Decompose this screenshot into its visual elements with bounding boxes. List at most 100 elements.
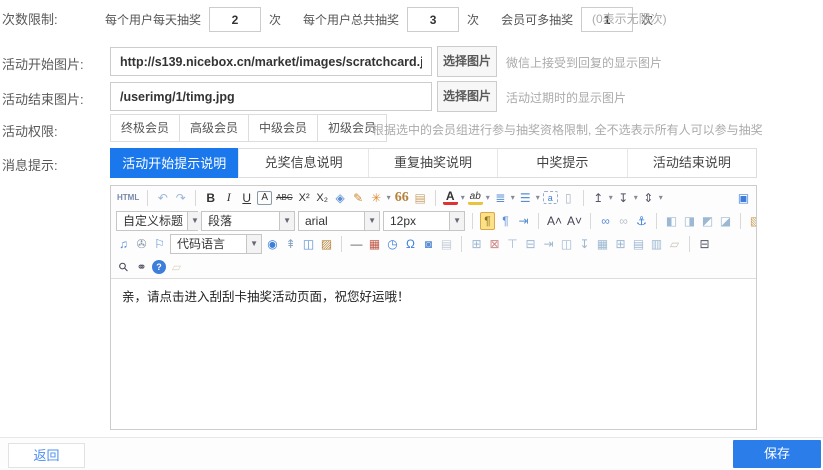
special-chars-icon[interactable]: Ω <box>403 235 418 253</box>
forecolor-icon[interactable]: A <box>443 190 458 205</box>
underline-icon[interactable]: U <box>239 189 254 207</box>
split-to-cells-icon[interactable]: ⊞ <box>613 235 628 253</box>
html-source-icon[interactable]: HTML <box>116 189 140 207</box>
merge-cells-icon[interactable]: ▦ <box>595 235 610 253</box>
line-height-icon[interactable]: ⇕ <box>641 189 656 207</box>
removeformat-icon[interactable]: ◈ <box>333 189 348 207</box>
rowspacing-bottom-caret-icon[interactable]: ▾ <box>634 193 638 202</box>
direction-ltr-icon[interactable]: ¶ <box>480 212 495 230</box>
rowspacing-top-caret-icon[interactable]: ▾ <box>609 193 613 202</box>
insertframe-icon[interactable]: ◉ <box>265 235 280 253</box>
save-button[interactable]: 保存 <box>733 440 821 468</box>
attachment-icon[interactable]: ✇ <box>134 235 149 253</box>
blockquote-icon[interactable]: 66 <box>394 189 410 207</box>
start-image-pick-button[interactable]: 选择图片 <box>437 46 497 77</box>
member-option-0[interactable]: 终极会员 <box>110 114 180 142</box>
cleardoc-icon[interactable]: ▯ <box>561 189 576 207</box>
help-icon[interactable]: ? <box>152 260 166 274</box>
split-to-cols-icon[interactable]: ▥ <box>649 235 664 253</box>
superscript-icon[interactable]: X² <box>297 189 312 207</box>
ordered-list-caret-icon[interactable]: ▾ <box>511 193 515 202</box>
print-icon[interactable]: ⊟ <box>697 235 712 253</box>
code-language-select[interactable]: 代码语言▼ <box>170 234 262 254</box>
member-option-2[interactable]: 中级会员 <box>248 114 318 142</box>
back-button[interactable]: 返回 <box>8 443 85 468</box>
anchor-icon[interactable]: ⚓ <box>634 212 649 230</box>
limit-field-input-0[interactable] <box>209 7 261 32</box>
template-icon[interactable]: ◫ <box>301 235 316 253</box>
backcolor-caret-icon[interactable]: ▾ <box>486 193 490 202</box>
paragraph-select-caret-icon[interactable]: ▼ <box>279 212 294 230</box>
insert-paragraph-before-table-icon[interactable]: ⊤ <box>505 235 520 253</box>
indent-icon[interactable]: ⇥ <box>516 212 531 230</box>
image-align-right-icon[interactable]: ◩ <box>700 212 715 230</box>
delete-table-icon[interactable]: ⊠ <box>487 235 502 253</box>
bold-icon[interactable]: B <box>203 189 218 207</box>
image-align-none-icon[interactable]: ◪ <box>718 212 733 230</box>
undo-icon[interactable]: ↶ <box>155 189 170 207</box>
preview-icon[interactable]: ⚲ <box>112 255 135 278</box>
background-icon[interactable]: ▨ <box>319 235 334 253</box>
search-replace-icon[interactable]: ⚭ <box>134 258 149 276</box>
customstyle-select[interactable]: 自定义标题▼ <box>116 211 198 231</box>
code-language-select-caret-icon[interactable]: ▼ <box>246 235 261 253</box>
editor-content[interactable]: 亲，请点击进入刮刮卡抽奖活动页面，祝您好运哦！ <box>111 278 756 429</box>
simpleupload-icon[interactable]: ▧ <box>748 212 756 230</box>
split-to-rows-icon[interactable]: ▤ <box>631 235 646 253</box>
fontfamily-select[interactable]: arial▼ <box>298 211 380 231</box>
start-image-input[interactable] <box>110 47 432 76</box>
drafts-icon[interactable]: ▱ <box>169 258 184 276</box>
fontfamily-select-caret-icon[interactable]: ▼ <box>364 212 379 230</box>
paragraph-select[interactable]: 段落▼ <box>201 211 295 231</box>
strikethrough-icon[interactable]: ABC <box>275 189 293 207</box>
unordered-list-icon[interactable]: ☰ <box>518 189 533 207</box>
autotypeset-caret-icon[interactable]: ▾ <box>387 193 391 202</box>
fontsize-select-caret-icon[interactable]: ▼ <box>449 212 464 230</box>
wordimage-icon[interactable]: ▤ <box>439 235 454 253</box>
music-icon[interactable]: ♫ <box>116 235 131 253</box>
member-option-1[interactable]: 高级会员 <box>179 114 249 142</box>
insert-col-icon[interactable]: ◫ <box>559 235 574 253</box>
insert-row-icon[interactable]: ⊟ <box>523 235 538 253</box>
ordered-list-icon[interactable]: ≣ <box>493 189 508 207</box>
fullscreen-icon[interactable]: ▣ <box>736 189 751 207</box>
touppercase-icon[interactable]: A˄ <box>546 212 563 230</box>
time-icon[interactable]: ◷ <box>385 235 400 253</box>
italic-icon[interactable]: I <box>221 189 236 207</box>
image-align-left-icon[interactable]: ◧ <box>664 212 679 230</box>
date-icon[interactable]: ▦ <box>367 235 382 253</box>
rowspacing-bottom-icon[interactable]: ↧ <box>616 189 631 207</box>
snapscreen-icon[interactable]: ◙ <box>421 235 436 253</box>
tolowercase-icon[interactable]: A˅ <box>566 212 583 230</box>
horizontal-rule-icon[interactable]: — <box>349 235 364 253</box>
formatmatch-icon[interactable]: ✎ <box>351 189 366 207</box>
image-align-center-icon[interactable]: ◨ <box>682 212 697 230</box>
message-tab-2[interactable]: 重复抽奖说明 <box>369 149 498 177</box>
end-image-input[interactable] <box>110 82 432 111</box>
insert-table-icon[interactable]: ⊞ <box>469 235 484 253</box>
unlink-icon[interactable]: ∞ <box>616 212 631 230</box>
unordered-list-caret-icon[interactable]: ▾ <box>536 193 540 202</box>
direction-rtl-icon[interactable]: ¶ <box>498 212 513 230</box>
map-icon[interactable]: ⚐ <box>152 235 167 253</box>
selectall-icon[interactable]: a <box>543 191 558 204</box>
rowspacing-top-icon[interactable]: ↥ <box>591 189 606 207</box>
merge-right-icon[interactable]: ⇥ <box>541 235 556 253</box>
forecolor-caret-icon[interactable]: ▾ <box>461 193 465 202</box>
link-icon[interactable]: ∞ <box>598 212 613 230</box>
limit-field-input-1[interactable] <box>407 7 459 32</box>
message-tab-1[interactable]: 兑奖信息说明 <box>239 149 368 177</box>
charts-icon[interactable]: ▱ <box>667 235 682 253</box>
message-tab-3[interactable]: 中奖提示 <box>498 149 627 177</box>
message-tab-4[interactable]: 活动结束说明 <box>628 149 756 177</box>
backcolor-icon[interactable]: ab <box>468 190 483 205</box>
message-tab-0[interactable]: 活动开始提示说明 <box>110 148 239 178</box>
end-image-pick-button[interactable]: 选择图片 <box>437 81 497 112</box>
subscript-icon[interactable]: X₂ <box>315 189 330 207</box>
pasteplain-icon[interactable]: ▤ <box>413 189 428 207</box>
line-height-caret-icon[interactable]: ▾ <box>659 193 663 202</box>
redo-icon[interactable]: ↷ <box>173 189 188 207</box>
fontsize-select[interactable]: 12px▼ <box>383 211 465 231</box>
customstyle-select-caret-icon[interactable]: ▼ <box>187 212 202 230</box>
merge-down-icon[interactable]: ↧ <box>577 235 592 253</box>
